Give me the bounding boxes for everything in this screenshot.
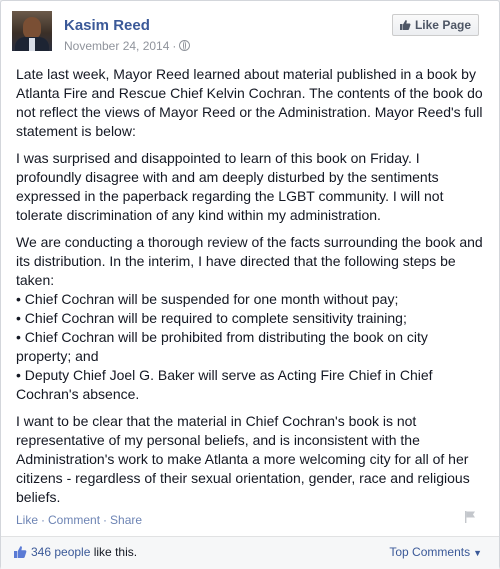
thumbs-up-icon bbox=[13, 545, 27, 562]
action-separator: · bbox=[41, 513, 46, 527]
meta-separator: · bbox=[172, 39, 177, 53]
like-page-button[interactable]: Like Page bbox=[391, 14, 479, 37]
step-item: • Deputy Chief Joel G. Baker will serve … bbox=[16, 367, 433, 402]
post-meta: November 24, 2014 · bbox=[64, 39, 191, 53]
top-comments-dropdown[interactable]: Top Comments ▼ bbox=[389, 545, 482, 559]
post-footer: 346 people like this. Top Comments ▼ bbox=[1, 536, 499, 569]
like-page-label: Like Page bbox=[414, 18, 471, 32]
step-item: • Chief Cochran will be suspended for on… bbox=[16, 291, 399, 307]
author-name[interactable]: Kasim Reed bbox=[64, 17, 150, 34]
likes-suffix: like this. bbox=[90, 545, 138, 559]
post-closing: I want to be clear that the material in … bbox=[16, 413, 470, 505]
avatar-face bbox=[23, 17, 41, 39]
likes-count-link[interactable]: 346 people bbox=[31, 545, 90, 559]
post-actions: Like · Comment · Share bbox=[16, 513, 142, 527]
post-paragraph: I was surprised and disappointed to lear… bbox=[16, 150, 444, 223]
comment-link[interactable]: Comment bbox=[48, 513, 100, 527]
avatar-shirt bbox=[29, 38, 35, 51]
post-card: Kasim Reed November 24, 2014 · Like Page … bbox=[0, 0, 500, 569]
post-body: Late last week, Mayor Reed learned about… bbox=[16, 65, 486, 515]
post-date[interactable]: November 24, 2014 bbox=[64, 39, 169, 53]
post-paragraph: Late last week, Mayor Reed learned about… bbox=[16, 66, 483, 139]
top-comments-label: Top Comments bbox=[389, 545, 471, 559]
avatar[interactable] bbox=[12, 11, 52, 51]
post-paragraph: We are conducting a thorough review of t… bbox=[16, 234, 483, 288]
step-item: • Chief Cochran will be prohibited from … bbox=[16, 329, 428, 364]
like-link[interactable]: Like bbox=[16, 513, 38, 527]
flag-icon[interactable] bbox=[463, 510, 477, 524]
likes-summary: 346 people like this. bbox=[13, 545, 137, 562]
action-separator: · bbox=[103, 513, 108, 527]
thumbs-up-icon bbox=[399, 17, 411, 37]
share-link[interactable]: Share bbox=[110, 513, 142, 527]
post-paragraph-with-steps: We are conducting a thorough review of t… bbox=[16, 233, 486, 404]
step-item: • Chief Cochran will be required to comp… bbox=[16, 310, 407, 326]
globe-icon[interactable] bbox=[179, 40, 191, 51]
chevron-down-icon: ▼ bbox=[473, 548, 482, 558]
post-header: Kasim Reed November 24, 2014 · Like Page bbox=[12, 11, 488, 59]
